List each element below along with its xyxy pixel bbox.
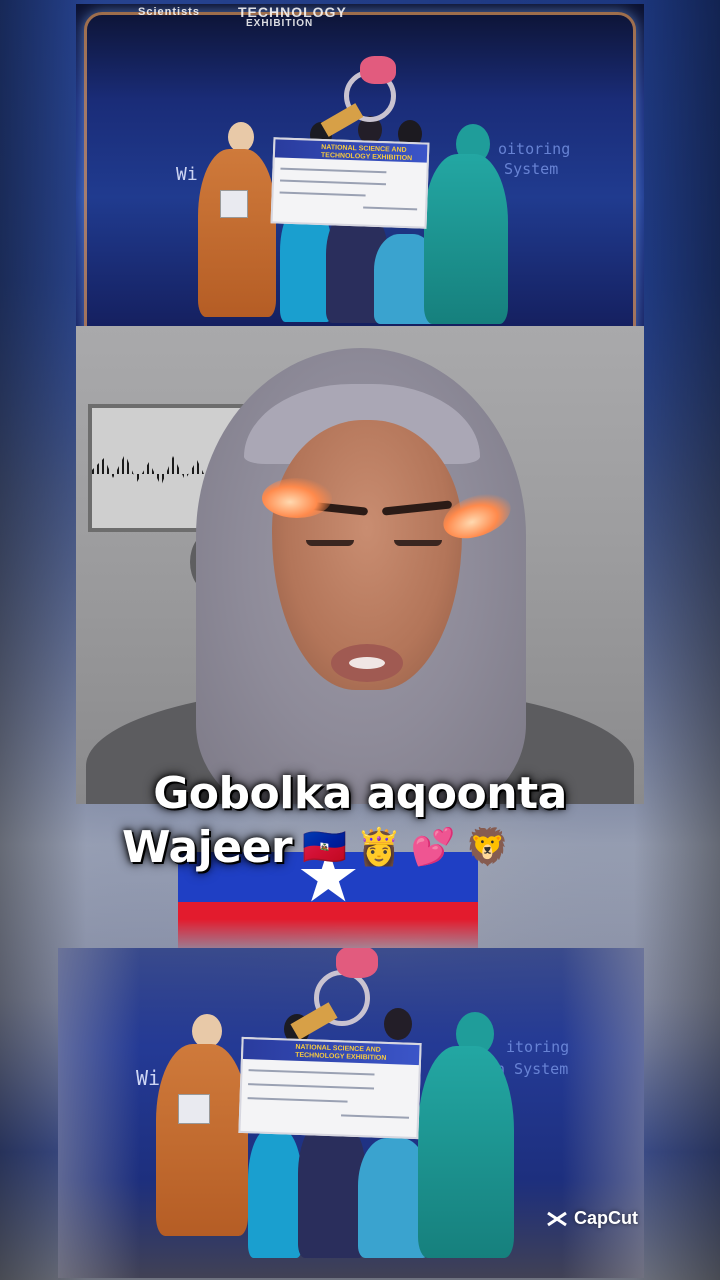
cheque-line (363, 206, 418, 211)
cheque-line (248, 1083, 375, 1090)
lion-emoji-icon: 🦁 (465, 826, 510, 868)
prize-cheque: NATIONAL SCIENCE AND TECHNOLOGY EXHIBITI… (270, 137, 430, 229)
cheque-line (247, 1097, 348, 1103)
cheque-line (279, 191, 366, 197)
person-blue-skirt (248, 1128, 302, 1258)
award-box (178, 1094, 210, 1124)
award-box (220, 190, 248, 218)
cheque-line (248, 1069, 375, 1076)
capcut-label: CapCut (574, 1208, 638, 1228)
caption-line-2-text: Wajeer (122, 822, 293, 873)
left-eye (306, 540, 354, 546)
person-orange-dress (198, 149, 276, 317)
screen-side-text: Wi (176, 164, 198, 185)
person-head (192, 1014, 222, 1048)
cheque-line (341, 1114, 410, 1119)
award-ceremony-photo-top: Scientists TECHNOLOGY EXHIBITION oitorin… (76, 4, 644, 326)
cheque-title: NATIONAL SCIENCE AND TECHNOLOGY EXHIBITI… (320, 143, 413, 163)
princess-emoji-icon: 👸 (356, 826, 401, 868)
cheque-line (280, 179, 387, 186)
person-head (228, 122, 254, 152)
banner-exhibition-text: EXHIBITION (246, 18, 314, 29)
person-orange-dress (156, 1044, 248, 1236)
banner-scientists-text: Scientists (138, 6, 200, 18)
capcut-watermark: CapCut (546, 1208, 638, 1229)
caption-line-2: Wajeer 🇭🇹 👸 💕 🦁 (122, 822, 510, 873)
two-hearts-emoji-icon: 💕 (410, 826, 456, 868)
right-eye (394, 540, 442, 546)
person-head (384, 1008, 412, 1040)
screen-text-line2: n System (496, 1060, 569, 1078)
trophy-logo (360, 56, 396, 84)
selfie-video-frame (76, 326, 644, 804)
prize-cheque: NATIONAL SCIENCE AND TECHNOLOGY EXHIBITI… (238, 1036, 422, 1140)
person-teal-dress (418, 1046, 514, 1258)
trophy-logo (336, 948, 378, 978)
screen-text-line1: oitoring (498, 140, 571, 158)
fire-effect-left (262, 478, 332, 518)
screen-side-text: Wi (136, 1066, 161, 1090)
screen-text-line1: itoring (506, 1038, 570, 1056)
person-teal-dress (424, 154, 508, 324)
lips (331, 644, 403, 682)
capcut-logo-icon (547, 1211, 567, 1226)
trophy-base (290, 1002, 338, 1040)
haiti-flag-emoji-icon: 🇭🇹 (302, 826, 347, 868)
person-navy-dress (298, 1118, 366, 1258)
cheque-line (280, 167, 387, 174)
caption-line-1: Gobolka aqoonta (153, 768, 567, 819)
